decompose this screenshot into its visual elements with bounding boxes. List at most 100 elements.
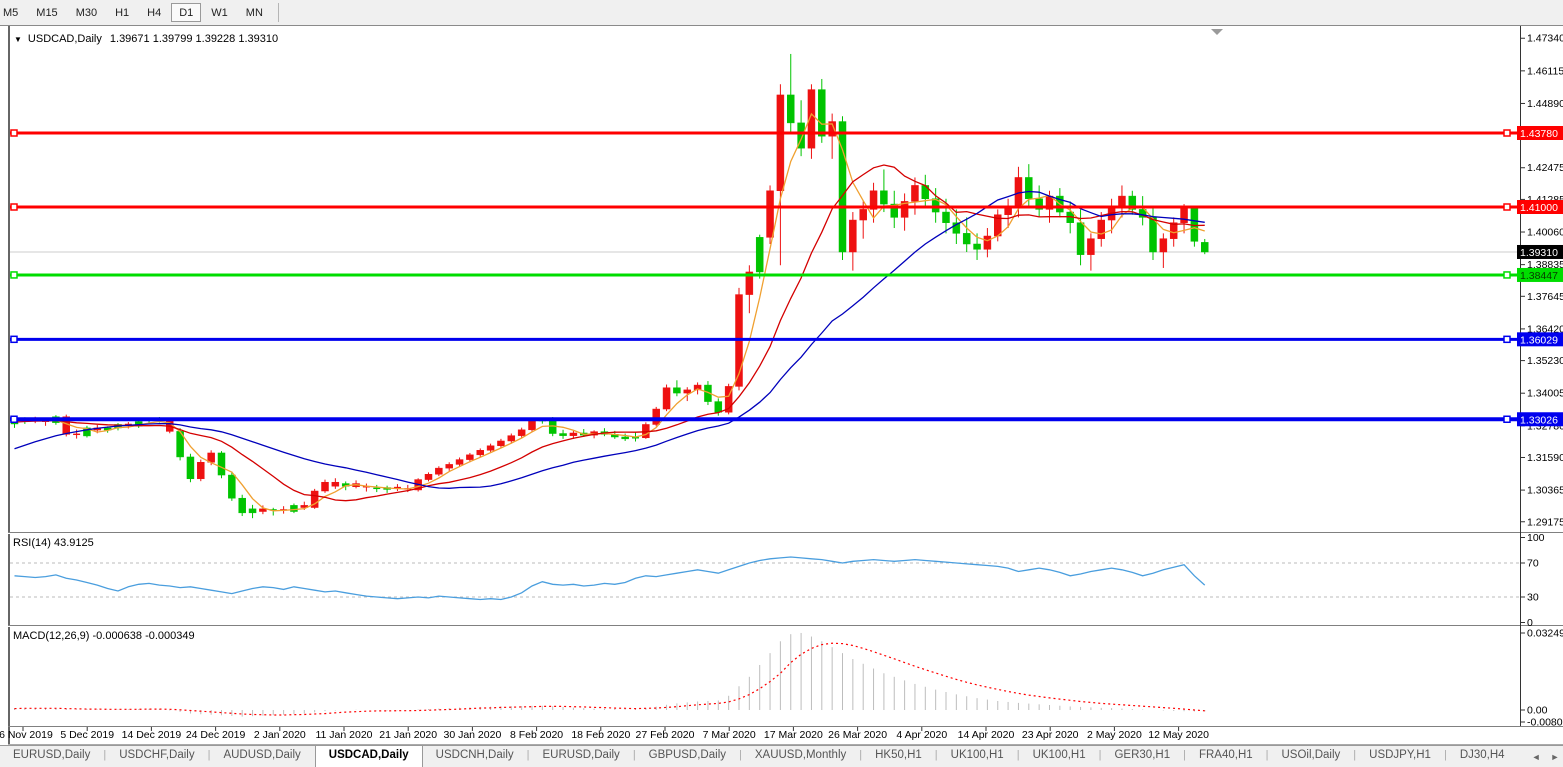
tab-xauusd-monthly[interactable]: XAUUSD,Monthly xyxy=(742,746,859,767)
tab-scroll-left-icon[interactable]: ◄ xyxy=(1532,752,1541,762)
svg-text:1.34005: 1.34005 xyxy=(1527,388,1563,400)
timeframe-button-m15[interactable]: M15 xyxy=(28,3,65,22)
chart-frame-left xyxy=(8,25,10,745)
chart-canvas[interactable]: 1.473401.461151.448901.436651.424751.412… xyxy=(0,0,1563,745)
rsi-value: 43.9125 xyxy=(54,537,94,549)
chart-title: ▼ USDCAD,Daily 1.39671 1.39799 1.39228 1.3… xyxy=(14,33,278,45)
svg-text:1.30365: 1.30365 xyxy=(1527,485,1563,497)
tab-scroll-arrows: ◄ ► xyxy=(1518,746,1563,767)
svg-text:1.42475: 1.42475 xyxy=(1527,162,1563,174)
tab-uk100-h1[interactable]: UK100,H1 xyxy=(1020,746,1099,767)
hline-handle[interactable] xyxy=(1504,204,1510,210)
date-label: 12 May 2020 xyxy=(1148,729,1209,741)
date-label: 27 Feb 2020 xyxy=(636,729,695,741)
date-label: 11 Jan 2020 xyxy=(315,729,372,741)
trading-platform-window: { "toolbar":{"timeframes":["M5","M15","M… xyxy=(0,0,1563,766)
hline-handle[interactable] xyxy=(1504,130,1510,136)
date-label: 2 May 2020 xyxy=(1087,729,1142,741)
svg-text:1.39310: 1.39310 xyxy=(1520,247,1558,259)
svg-text:1.29175: 1.29175 xyxy=(1527,516,1563,528)
date-label: 21 Jan 2020 xyxy=(379,729,437,741)
date-label: 26 Nov 2019 xyxy=(0,729,53,741)
tab-dj30-h4[interactable]: DJ30,H4 xyxy=(1447,746,1518,767)
hline-handle[interactable] xyxy=(1504,272,1510,278)
hline-handle[interactable] xyxy=(11,336,17,342)
svg-text:1.46115: 1.46115 xyxy=(1527,65,1563,77)
tab-fra40-h1[interactable]: FRA40,H1 xyxy=(1186,746,1266,767)
tab-gbpusd-daily[interactable]: GBPUSD,Daily xyxy=(636,746,739,767)
date-label: 17 Mar 2020 xyxy=(764,729,823,741)
timeframe-toolbar: M5M15M30H1H4D1W1MN xyxy=(0,0,1563,26)
svg-text:1.44890: 1.44890 xyxy=(1527,98,1563,110)
tab-hk50-h1[interactable]: HK50,H1 xyxy=(862,746,935,767)
date-label: 24 Dec 2019 xyxy=(186,729,246,741)
svg-text:1.36029: 1.36029 xyxy=(1520,334,1558,346)
toolbar-separator xyxy=(278,3,279,22)
svg-text:0.00: 0.00 xyxy=(1527,705,1548,717)
chart-title-symbol: USDCAD,Daily xyxy=(28,33,102,45)
timeframe-button-m30[interactable]: M30 xyxy=(68,3,105,22)
hline-handle[interactable] xyxy=(11,272,17,278)
date-label: 23 Apr 2020 xyxy=(1022,729,1079,741)
svg-text:1.35230: 1.35230 xyxy=(1527,355,1563,367)
price-label-1.38447: 1.38447 xyxy=(1517,268,1563,282)
macd-name: MACD(12,26,9) xyxy=(13,630,89,642)
price-label-1.33026: 1.33026 xyxy=(1517,412,1563,426)
date-label: 8 Feb 2020 xyxy=(510,729,563,741)
svg-text:0.032493: 0.032493 xyxy=(1527,627,1563,639)
tabs-container: EURUSD,Daily|USDCHF,Daily|AUDUSD,DailyUS… xyxy=(0,746,1518,767)
timeframe-button-d1[interactable]: D1 xyxy=(171,3,201,22)
timeframe-button-h1[interactable]: H1 xyxy=(107,3,137,22)
tab-usoil-daily[interactable]: USOil,Daily xyxy=(1269,746,1354,767)
svg-text:100: 100 xyxy=(1527,532,1545,544)
date-label: 14 Dec 2019 xyxy=(122,729,182,741)
hline-handle[interactable] xyxy=(1504,416,1510,422)
symbol-dropdown-icon[interactable]: ▼ xyxy=(14,35,22,44)
svg-text:1.37645: 1.37645 xyxy=(1527,291,1563,303)
tab-usdjpy-h1[interactable]: USDJPY,H1 xyxy=(1356,746,1444,767)
date-label: 14 Apr 2020 xyxy=(958,729,1015,741)
tab-eurusd-daily[interactable]: EURUSD,Daily xyxy=(529,746,632,767)
svg-text:1.38447: 1.38447 xyxy=(1520,270,1558,282)
svg-text:30: 30 xyxy=(1527,592,1539,604)
timeframe-button-w1[interactable]: W1 xyxy=(203,3,236,22)
price-label-1.41000: 1.41000 xyxy=(1517,200,1563,214)
tab-usdcnh-daily[interactable]: USDCNH,Daily xyxy=(423,746,527,767)
price-label-1.43780: 1.43780 xyxy=(1517,126,1563,140)
hline-handle[interactable] xyxy=(11,130,17,136)
timeframe-button-h4[interactable]: H4 xyxy=(139,3,169,22)
tab-uk100-h1[interactable]: UK100,H1 xyxy=(938,746,1017,767)
tab-audusd-daily[interactable]: AUDUSD,Daily xyxy=(210,746,313,767)
svg-text:1.33026: 1.33026 xyxy=(1520,414,1558,426)
tab-scroll-right-icon[interactable]: ► xyxy=(1550,752,1559,762)
tab-usdcad-daily[interactable]: USDCAD,Daily xyxy=(315,746,423,767)
date-label: 5 Dec 2019 xyxy=(60,729,114,741)
tab-ger30-h1[interactable]: GER30,H1 xyxy=(1101,746,1183,767)
svg-text:1.31590: 1.31590 xyxy=(1527,452,1563,464)
timeframe-button-mn[interactable]: MN xyxy=(238,3,271,22)
symbol-tab-bar: EURUSD,Daily|USDCHF,Daily|AUDUSD,DailyUS… xyxy=(0,745,1563,767)
tab-usdchf-daily[interactable]: USDCHF,Daily xyxy=(106,746,207,767)
svg-text:1.47340: 1.47340 xyxy=(1527,33,1563,45)
chart-title-ohlc: 1.39671 1.39799 1.39228 1.39310 xyxy=(110,33,278,45)
macd-indicator-label: MACD(12,26,9) -0.000638 -0.000349 xyxy=(13,630,195,642)
timeframe-button-m5[interactable]: M5 xyxy=(0,3,26,22)
macd-values: -0.000638 -0.000349 xyxy=(92,630,194,642)
tab-eurusd-daily[interactable]: EURUSD,Daily xyxy=(0,746,103,767)
rsi-indicator-label: RSI(14) 43.9125 xyxy=(13,537,94,549)
price-label-1.36029: 1.36029 xyxy=(1517,332,1563,346)
hline-handle[interactable] xyxy=(1504,336,1510,342)
date-label: 2 Jan 2020 xyxy=(254,729,306,741)
date-label: 4 Apr 2020 xyxy=(896,729,947,741)
date-label: 30 Jan 2020 xyxy=(443,729,501,741)
svg-text:1.41000: 1.41000 xyxy=(1520,202,1558,214)
svg-text:-0.00808: -0.00808 xyxy=(1527,717,1563,729)
current-price-label: 1.39310 xyxy=(1517,245,1563,259)
date-label: 7 Mar 2020 xyxy=(703,729,756,741)
svg-text:1.43780: 1.43780 xyxy=(1520,128,1558,140)
date-label: 26 Mar 2020 xyxy=(828,729,887,741)
svg-text:1.40060: 1.40060 xyxy=(1527,227,1563,239)
hline-handle[interactable] xyxy=(11,416,17,422)
hline-handle[interactable] xyxy=(11,204,17,210)
svg-text:70: 70 xyxy=(1527,558,1539,570)
